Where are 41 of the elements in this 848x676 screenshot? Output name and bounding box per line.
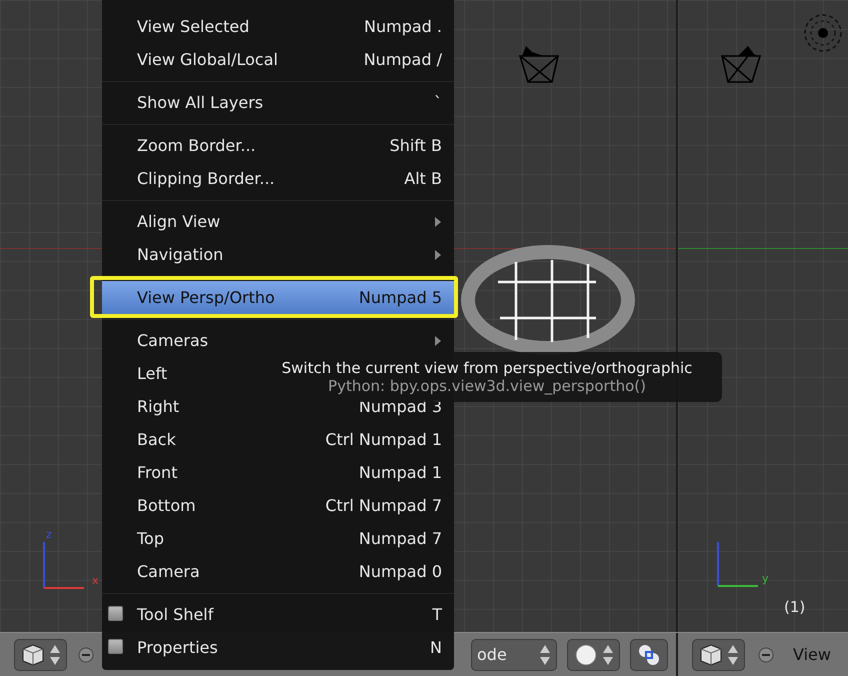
editor-type-button[interactable] (692, 638, 745, 670)
menu-item[interactable]: Tool Shelf T (102, 598, 454, 631)
axis-label: z (46, 528, 52, 541)
up-down-arrows-icon (727, 642, 739, 666)
up-down-arrows-icon (539, 642, 551, 666)
axis-label: y (762, 572, 769, 585)
collapse-icon[interactable] (77, 646, 95, 664)
menu-item[interactable]: View Global/Local Numpad / (102, 43, 454, 76)
menu-item[interactable]: View Persp/Ortho Numpad 5 (102, 281, 454, 314)
menu-item[interactable]: View Selected Numpad . (102, 10, 454, 43)
sphere-icon (573, 642, 599, 668)
submenu-arrow-icon (434, 334, 442, 346)
up-down-arrows-icon (49, 642, 61, 666)
menu-item[interactable]: Zoom Border... Shift B (102, 129, 454, 162)
lamp-icon (802, 12, 844, 54)
menu-item[interactable]: Properties N (102, 631, 454, 664)
up-down-arrows-icon (602, 642, 614, 666)
menu-item[interactable]: Front Numpad 1 (102, 456, 454, 489)
checkbox[interactable] (108, 606, 123, 621)
python-path: Python: bpy.ops.view3d.view_persportho() (328, 377, 646, 395)
shading-dropdown[interactable] (567, 638, 620, 670)
pivot-dropdown[interactable] (630, 638, 668, 670)
cube-icon (698, 642, 724, 668)
menu-item[interactable]: Clipping Border... Alt B (102, 162, 454, 195)
menu-item[interactable]: Bottom Ctrl Numpad 7 (102, 489, 454, 522)
cube-icon (20, 642, 46, 668)
menu-item[interactable]: Top Numpad 7 (102, 522, 454, 555)
menu-item[interactable]: Navigation (102, 238, 454, 271)
editor-type-button[interactable] (14, 638, 67, 670)
frame-number: (1) (784, 598, 806, 616)
view-menu-button[interactable]: View (793, 645, 831, 664)
menu-item[interactable]: Camera Numpad 0 (102, 555, 454, 588)
menu-item[interactable]: Align View (102, 205, 454, 238)
collapse-icon[interactable] (757, 646, 775, 664)
checkbox[interactable] (108, 639, 123, 654)
submenu-arrow-icon (434, 248, 442, 260)
submenu-arrow-icon (434, 216, 442, 228)
menu-item[interactable]: Show All Layers ` (102, 86, 454, 119)
mode-dropdown[interactable]: ode (471, 638, 557, 670)
axis-label: x (92, 574, 99, 587)
menu-item[interactable]: Back Ctrl Numpad 1 (102, 423, 454, 456)
